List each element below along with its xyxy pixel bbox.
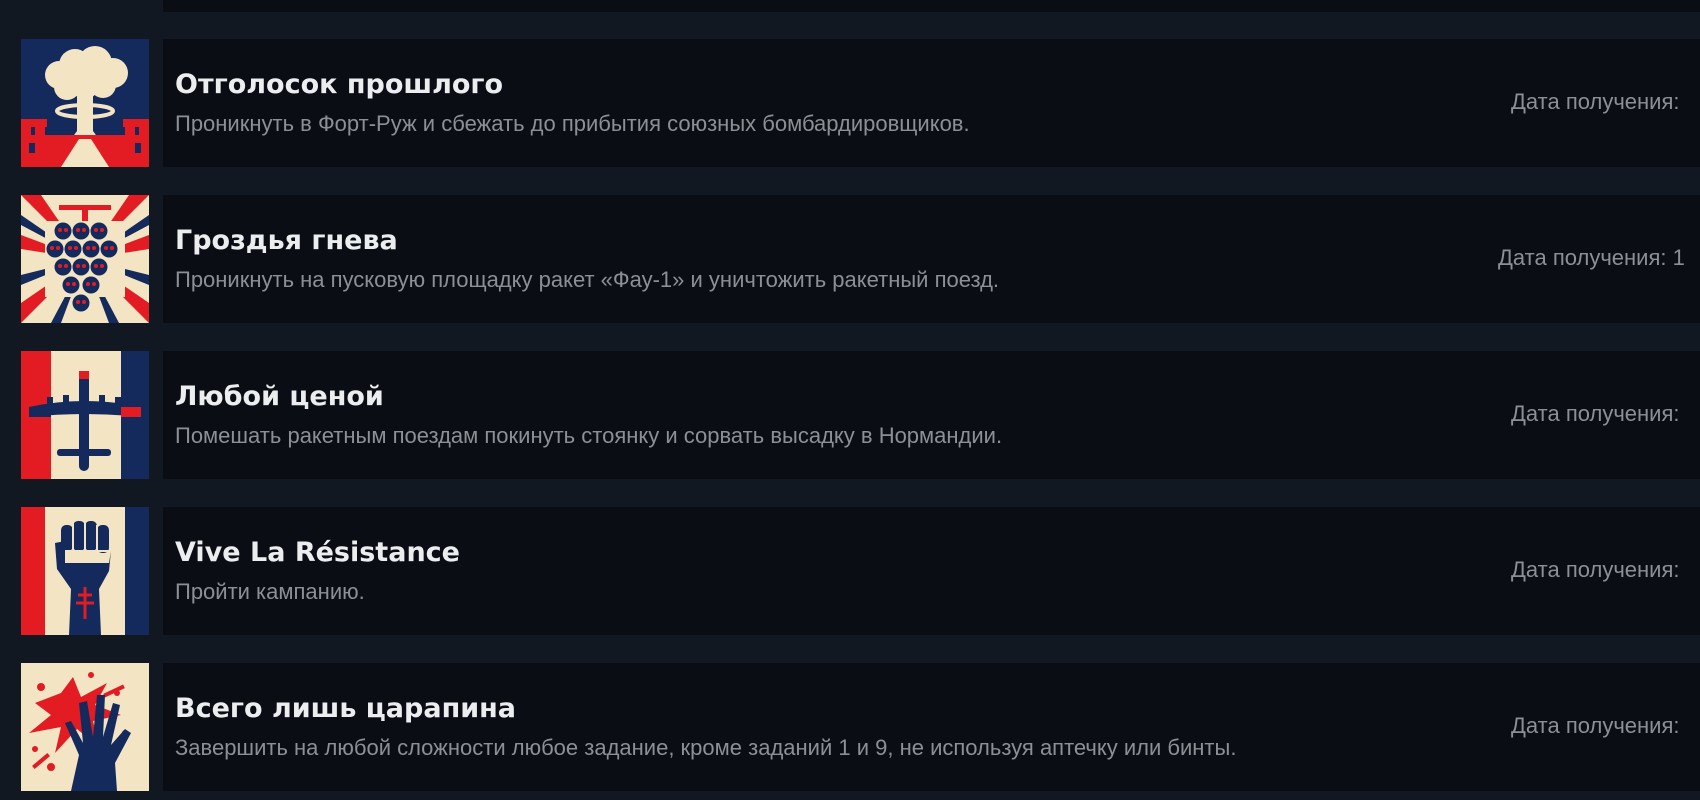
achievement-description: Пройти кампанию. (175, 579, 365, 604)
achievement-card: Гроздья гнева Проникнуть на пусковую пло… (163, 195, 1700, 323)
achievement-row[interactable]: Гроздья гнева Проникнуть на пусковую пло… (0, 195, 1700, 323)
unlock-date-label: Дата получения: 1 (1498, 245, 1685, 270)
achievement-title: Гроздья гнева (175, 225, 398, 256)
achievement-row[interactable]: Vive La Résistance Пройти кампанию. Дата… (0, 507, 1700, 635)
achievement-description: Проникнуть в Форт-Руж и сбежать до прибы… (175, 111, 970, 136)
achievements-page: Отголосок прошлого Проникнуть в Форт-Руж… (0, 0, 1700, 800)
achievement-title: Всего лишь царапина (175, 693, 517, 724)
achievement-title: Vive La Résistance (175, 537, 460, 568)
unlock-date-label: Дата получения: (1511, 89, 1680, 114)
achievement-description: Помешать ракетным поездам покинуть стоян… (175, 423, 1003, 448)
achievement-card: Любой ценой Помешать ракетным поездам по… (163, 351, 1700, 479)
achievement-description: Проникнуть на пусковую площадку ракет «Ф… (175, 267, 1000, 292)
bomber-plane-icon (21, 351, 149, 479)
achievement-row[interactable]: Отголосок прошлого Проникнуть в Форт-Руж… (0, 39, 1700, 167)
achievement-description: Завершить на любой сложности любое задан… (175, 735, 1237, 760)
mushroom-cloud-icon (21, 39, 149, 167)
unlock-date-label: Дата получения: (1511, 713, 1680, 738)
achievement-title: Любой ценой (175, 381, 384, 412)
achievement-card-partial (163, 0, 1700, 12)
achievement-icon-partial (21, 0, 149, 12)
raised-fist-icon (21, 507, 149, 635)
achievement-row[interactable]: Всего лишь царапина Завершить на любой с… (0, 663, 1700, 791)
unlock-date-label: Дата получения: (1511, 557, 1680, 582)
achievement-row[interactable]: Любой ценой Помешать ракетным поездам по… (0, 351, 1700, 479)
achievement-card: Всего лишь царапина Завершить на любой с… (163, 663, 1700, 791)
achievement-card: Vive La Résistance Пройти кампанию. Дата… (163, 507, 1700, 635)
achievement-card: Отголосок прошлого Проникнуть в Форт-Руж… (163, 39, 1700, 167)
bloody-hand-icon (21, 663, 149, 791)
achievement-title: Отголосок прошлого (175, 69, 504, 100)
unlock-date-label: Дата получения: (1511, 401, 1680, 426)
achievement-row-partial (0, 0, 1700, 12)
skull-grapes-icon (21, 195, 149, 323)
